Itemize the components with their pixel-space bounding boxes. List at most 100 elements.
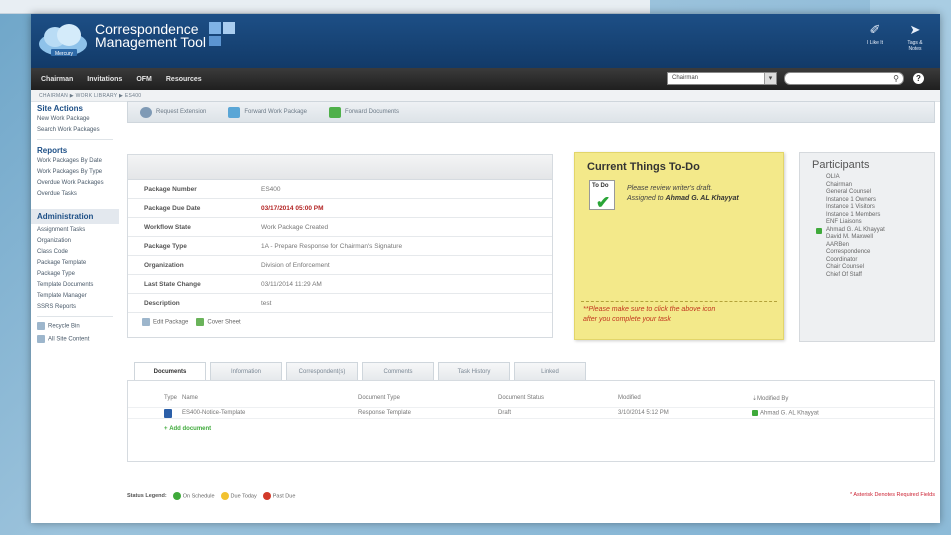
sidebar-item-all-site-content[interactable]: All Site Content [31, 334, 119, 345]
sidebar-item-overdue-tasks[interactable]: Overdue Tasks [31, 190, 119, 199]
word-doc-icon [164, 408, 176, 418]
search-icon[interactable]: ⚲ [893, 74, 899, 83]
asterisk-icon: * [850, 492, 853, 498]
participant-item-active: Ahmad G. AL Khayyat [800, 227, 934, 235]
action-toolbar: Request Extension Forward Work Package F… [127, 101, 935, 123]
request-extension-button[interactable]: Request Extension [140, 106, 206, 118]
todo-panel: Current Things To-Do To Do ✔ Please revi… [574, 152, 784, 340]
sidebar-item-package-template[interactable]: Package Template [31, 259, 119, 268]
nav-item-ofm[interactable]: OFM [136, 76, 152, 83]
status-legend: Status Legend: On Schedule Due Today Pas… [127, 492, 295, 500]
required-fields-label: Asterisk Denotes Required Fields [853, 492, 935, 498]
sidebar-item-template-manager[interactable]: Template Manager [31, 292, 119, 301]
field-label: Organization [144, 261, 184, 269]
tab-correspondents[interactable]: Correspondent(s) [286, 362, 358, 380]
participant-item: Instance 1 Visitors [826, 204, 875, 210]
edit-package-link[interactable]: Edit Package [142, 318, 188, 326]
package-due-date-row: Package Due Date 03/17/2014 05:00 PM [128, 199, 552, 218]
participant-item: Chairman [826, 181, 853, 188]
participant-item: Correspondence [826, 249, 871, 255]
modified-by-label: Modified By [757, 396, 789, 402]
tag-icon: ➤ [909, 22, 921, 37]
required-fields-note: * Asterisk Denotes Required Fields [850, 492, 935, 498]
thumbs-up-icon: ✐ [869, 22, 881, 37]
sidebar-item-recycle-bin[interactable]: Recycle Bin [31, 321, 119, 332]
sidebar-item-organization[interactable]: Organization [31, 237, 119, 246]
participant-item: AARBen [826, 241, 850, 248]
sidebar-item-packages-by-date[interactable]: Work Packages By Date [31, 157, 119, 166]
nav-item-chairman[interactable]: Chairman [41, 76, 73, 83]
workflow-state-row: Workflow State Work Package Created [128, 218, 552, 237]
cover-sheet-icon [196, 318, 205, 326]
search-input[interactable]: ⚲ [784, 72, 904, 85]
document-status-cell: Draft [498, 410, 512, 416]
field-value: ES400 [261, 185, 281, 193]
sidebar-item-class-code[interactable]: Class Code [31, 248, 119, 257]
reports-heading: Reports [37, 146, 68, 155]
app-header: Mercury Correspondence Management Tool ✐… [31, 14, 940, 68]
forward-work-package-label: Forward Work Package [244, 109, 307, 115]
participant-item: David M. Maxwell [826, 234, 874, 240]
field-label: Workflow State [144, 223, 191, 231]
svg-text:Mercury: Mercury [55, 51, 74, 57]
edit-package-label: Edit Package [153, 319, 189, 326]
sidebar-item-ssrs-reports[interactable]: SSRS Reports [31, 303, 119, 312]
divider [581, 301, 777, 302]
sidebar-item-packages-by-type[interactable]: Work Packages By Type [31, 168, 119, 177]
scope-select[interactable]: Chairman ▾ [667, 72, 777, 85]
tab-linked[interactable]: Linked [514, 362, 586, 380]
top-nav: Chairman Invitations OFM Resources Chair… [31, 68, 940, 90]
documents-panel: Type Name Document Type Document Status … [127, 380, 935, 462]
todo-task-line1: Please review writer's draft. [627, 185, 713, 192]
app-title: Correspondence Management Tool [95, 22, 207, 50]
field-value: test [261, 299, 272, 307]
nav-item-invitations[interactable]: Invitations [87, 76, 122, 83]
tab-task-history[interactable]: Task History [438, 362, 510, 380]
tab-comments[interactable]: Comments [362, 362, 434, 380]
sidebar-item-overdue-work-packages[interactable]: Overdue Work Packages [31, 179, 119, 188]
help-icon[interactable]: ? [913, 73, 924, 84]
on-schedule-label: On Schedule [182, 493, 215, 500]
package-number-row: Package Number ES400 [128, 180, 552, 199]
scope-select-value: Chairman [672, 75, 699, 81]
todo-complete-icon[interactable]: To Do ✔ [589, 180, 615, 212]
app-title-line2: Management Tool [95, 34, 207, 50]
todo-instruction: **Please make sure to click the above ic… [583, 305, 715, 325]
sidebar-item-assignment-tasks[interactable]: Assignment Tasks [31, 226, 119, 235]
sidebar-item-search-work-packages[interactable]: Search Work Packages [31, 126, 119, 135]
field-label: Package Number [144, 185, 197, 193]
mercury-logo-icon[interactable]: Mercury [37, 22, 89, 58]
sidebar-item-new-work-package[interactable]: New Work Package [31, 115, 119, 124]
field-value: Division of Enforcement [261, 261, 330, 269]
nav-item-resources[interactable]: Resources [166, 76, 202, 83]
package-panel-header [128, 155, 552, 180]
tags-notes-button[interactable]: ➤ Tags & Notes [902, 22, 928, 52]
tab-documents[interactable]: Documents [134, 362, 206, 381]
forward-work-package-button[interactable]: Forward Work Package [228, 106, 307, 118]
field-label: Package Type [144, 242, 187, 250]
forward-documents-button[interactable]: Forward Documents [328, 106, 399, 118]
cover-sheet-link[interactable]: Cover Sheet [196, 318, 241, 326]
status-legend-bar: Status Legend: On Schedule Due Today Pas… [127, 490, 935, 504]
i-like-it-button[interactable]: ✐ I Like It [862, 22, 888, 52]
package-type-row: Package Type 1A - Prepare Response for C… [128, 237, 552, 256]
document-type-cell: Response Template [358, 410, 411, 416]
recycle-bin-icon [37, 322, 45, 330]
add-document-link[interactable]: + Add document [164, 426, 211, 432]
modified-cell: 3/10/2014 5:12 PM [618, 410, 669, 416]
document-name-link[interactable]: ES400-Notice-Template [182, 410, 245, 416]
participant-item: OLIA [826, 174, 840, 180]
tab-information[interactable]: Information [210, 362, 282, 380]
sidebar-item-template-documents[interactable]: Template Documents [31, 281, 119, 290]
table-row[interactable]: ES400-Notice-Template Response Template … [128, 407, 934, 419]
field-value: 03/11/2014 11:29 AM [261, 280, 322, 288]
todo-icon-label: To Do [592, 183, 609, 189]
legend-title: Status Legend: [127, 493, 167, 499]
recycle-bin-label: Recycle Bin [48, 323, 80, 330]
forward-documents-label: Forward Documents [344, 109, 399, 115]
red-dot-icon [262, 492, 271, 500]
field-label: Description [144, 299, 180, 307]
sidebar-item-package-type[interactable]: Package Type [31, 270, 119, 279]
administration-heading: Administration [31, 209, 119, 224]
legend-due-today: Due Today [220, 492, 257, 500]
